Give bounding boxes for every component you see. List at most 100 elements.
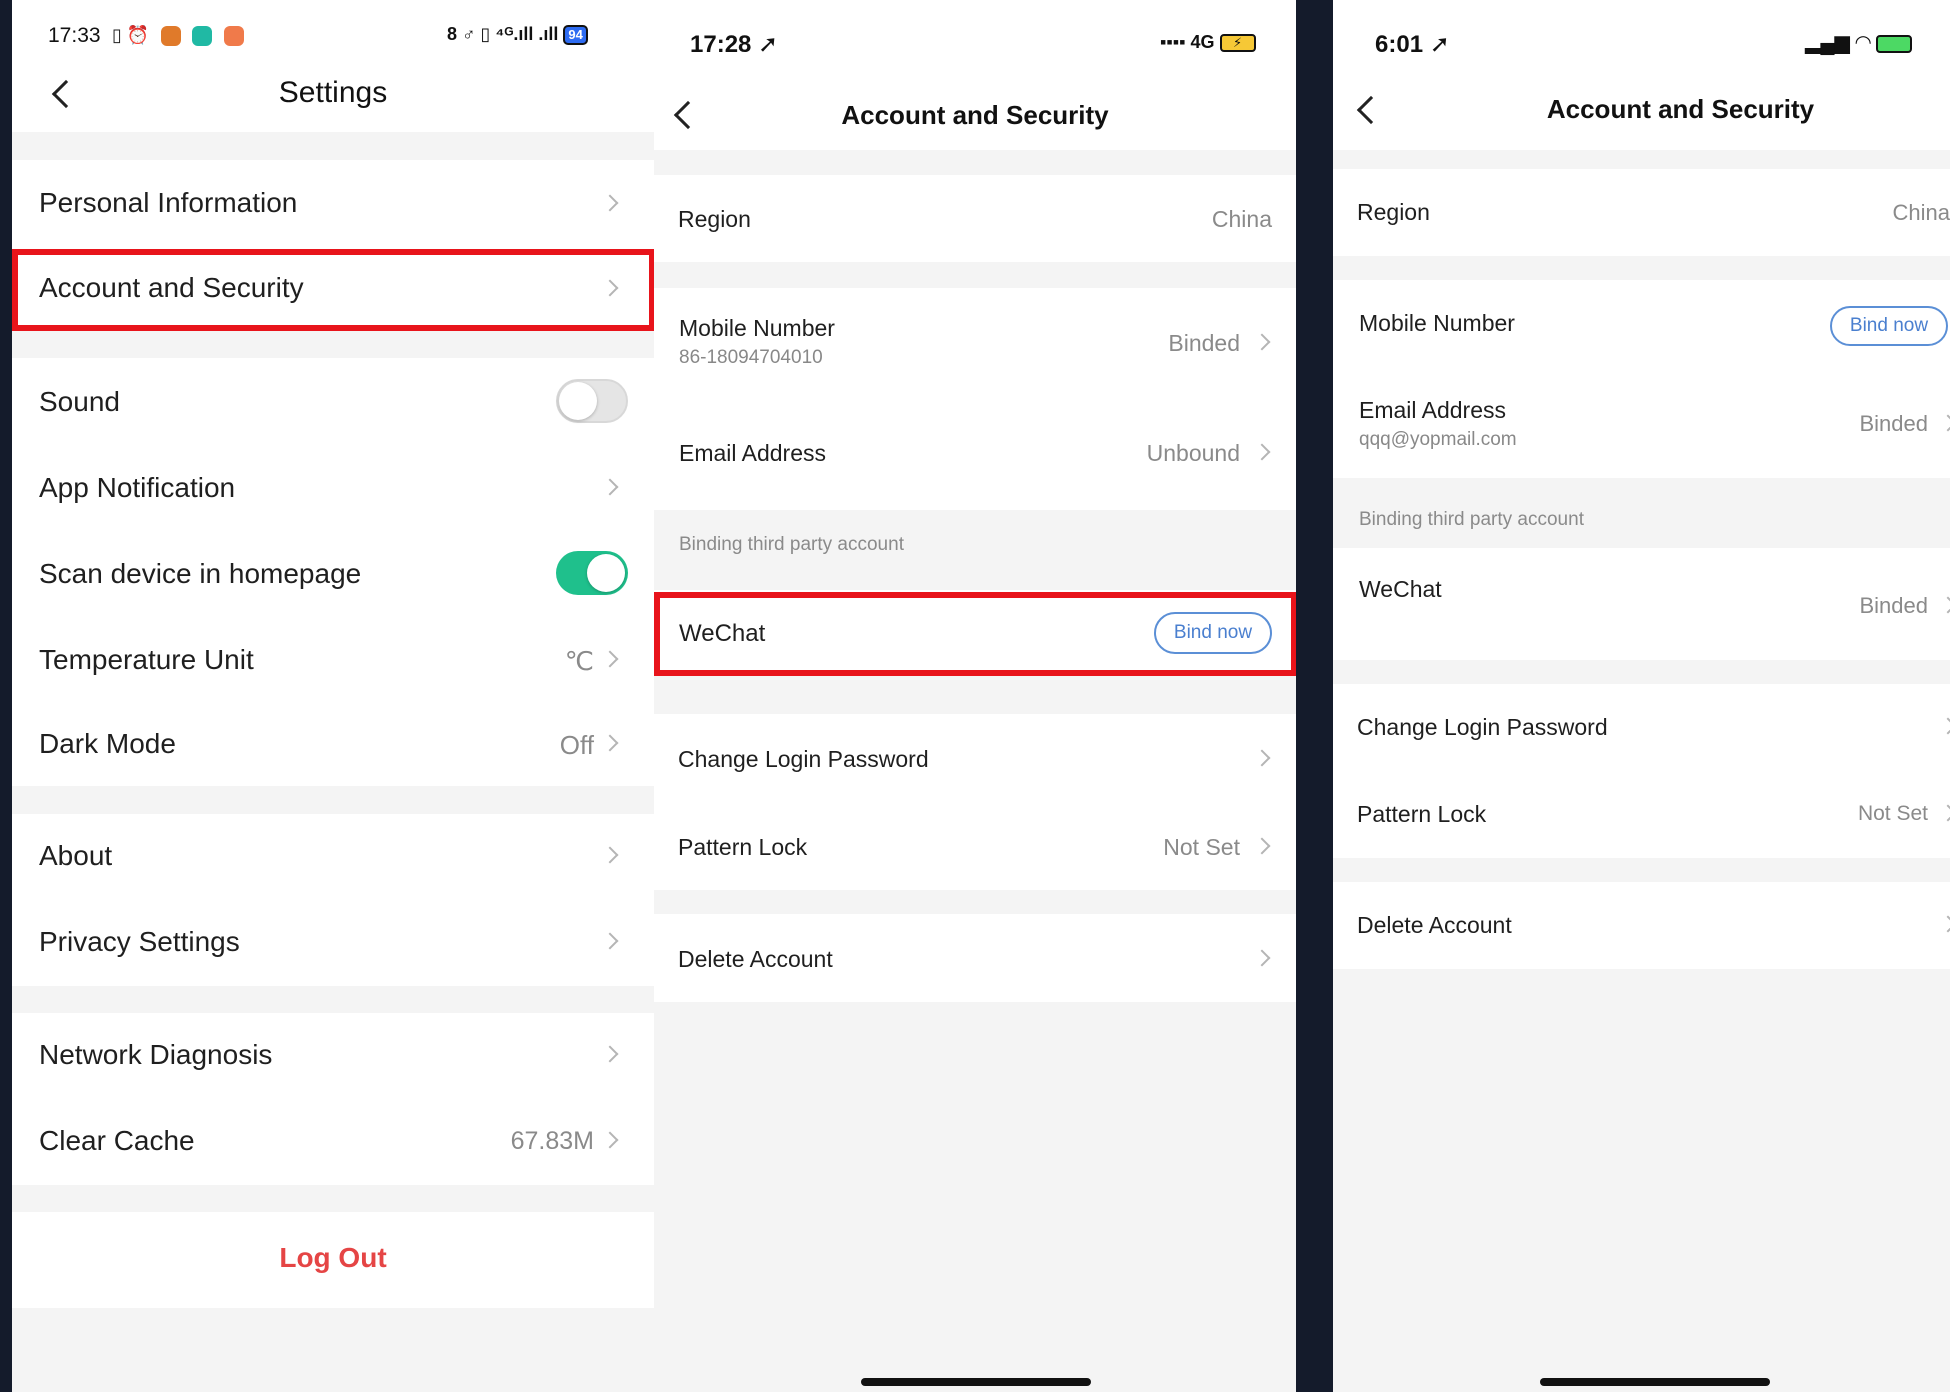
chevron-right-icon (601, 194, 619, 212)
row-value: China (1892, 200, 1950, 225)
chevron-right-icon (601, 734, 619, 752)
logout-group: Log Out (12, 1212, 654, 1308)
row-about[interactable]: About (12, 814, 654, 900)
row-label: Email Address (679, 440, 827, 466)
page-title: Account and Security (841, 100, 1109, 130)
signal-icon: ▪▪▪▪ (1160, 32, 1186, 52)
row-mobile-number[interactable]: Mobile Number 86-18094704010 Binded (654, 288, 1296, 398)
row-label: Scan device in homepage (39, 558, 362, 589)
row-value: Binded (1859, 411, 1928, 436)
row-label: Clear Cache (39, 1125, 195, 1156)
row-dark-mode[interactable]: Dark Mode Off (12, 702, 654, 786)
battery-charging-icon: ⚡ (1219, 34, 1256, 53)
row-network-diagnosis[interactable]: Network Diagnosis (12, 1013, 654, 1099)
row-change-password[interactable]: Change Login Password (654, 714, 1296, 802)
row-label: Privacy Settings (39, 926, 240, 957)
row-label: Delete Account (1357, 912, 1512, 938)
signal-icon: ▂▄▆ (1805, 32, 1850, 54)
chevron-right-icon (1939, 717, 1950, 735)
row-label: App Notification (39, 472, 236, 503)
row-pattern-lock[interactable]: Pattern Lock Not Set (654, 802, 1296, 890)
chevron-right-icon (1939, 804, 1950, 822)
sound-toggle[interactable] (556, 379, 628, 423)
home-indicator[interactable] (1540, 1378, 1770, 1386)
status-signal-icons: 8 ♂ ▯ ⁴ᴳ.ıll .ıll 94 (447, 24, 588, 46)
chevron-right-icon (601, 1045, 619, 1063)
section-header: Binding third party account (679, 534, 904, 555)
row-value: ℃ (564, 646, 594, 676)
row-label: Mobile Number (679, 315, 835, 341)
row-label: Email Address (1359, 397, 1507, 423)
row-label: Temperature Unit (39, 644, 254, 675)
row-clear-cache[interactable]: Clear Cache 67.83M (12, 1099, 654, 1185)
row-label: Pattern Lock (678, 834, 808, 860)
row-delete-account[interactable]: Delete Account (654, 914, 1296, 1002)
delete-group: Delete Account (1333, 882, 1950, 969)
contact-group: Mobile Number Bind now Email Address qqq… (1333, 280, 1950, 478)
status-bar: 17:28 ➚ ▪▪▪▪ 4G ⚡ (654, 0, 1296, 70)
row-label: Mobile Number (1359, 310, 1515, 336)
row-label: Change Login Password (678, 746, 929, 772)
row-region: Region China (654, 175, 1296, 262)
settings-group-preferences: Sound App Notification Scan device in ho… (12, 358, 654, 786)
battery-charging-icon (1876, 34, 1913, 53)
row-value: 67.83M (510, 1127, 594, 1155)
row-change-password[interactable]: Change Login Password (1333, 684, 1950, 771)
scan-device-toggle[interactable] (556, 551, 628, 595)
chevron-right-icon (1253, 749, 1271, 767)
battery-icon: 94 (563, 25, 588, 46)
row-label: WeChat (1359, 576, 1442, 602)
row-label: Region (678, 206, 751, 232)
row-privacy-settings[interactable]: Privacy Settings (12, 900, 654, 986)
status-bar: 6:01 ➚ ▂▄▆ ◠ (1333, 0, 1950, 70)
row-email-address[interactable]: Email Address qqq@yopmail.com Binded (1333, 368, 1950, 478)
account-security-screen-unbound: 17:28 ➚ ▪▪▪▪ 4G ⚡ Account and Security R… (654, 0, 1296, 1392)
row-region: Region China (1333, 169, 1950, 256)
third-party-group: WeChat Binded (1333, 548, 1950, 660)
chevron-right-icon (601, 650, 619, 668)
status-time: 6:01 ➚ (1375, 31, 1450, 58)
row-value: Binded (1168, 330, 1240, 356)
settings-group-diagnostics: Network Diagnosis Clear Cache 67.83M (12, 1013, 654, 1185)
region-group: Region China (1333, 169, 1950, 256)
chevron-right-icon (601, 846, 619, 864)
row-label: Personal Information (39, 187, 298, 218)
home-indicator[interactable] (861, 1378, 1091, 1386)
chevron-right-icon (1253, 949, 1271, 967)
row-label: Change Login Password (1357, 714, 1608, 740)
wifi-icon: ◠ (1855, 32, 1871, 54)
row-value: Binded (1859, 593, 1928, 618)
chevron-right-icon (601, 1131, 619, 1149)
bind-now-button[interactable]: Bind now (1830, 306, 1948, 346)
chevron-right-icon (1253, 333, 1271, 351)
security-group: Change Login Password Pattern Lock Not S… (1333, 684, 1950, 858)
row-pattern-lock[interactable]: Pattern Lock Not Set (1333, 771, 1950, 858)
nav-bar: Account and Security (1333, 70, 1950, 150)
row-value: Unbound (1146, 440, 1240, 466)
row-value: Not Set (1163, 834, 1240, 860)
row-label: Network Diagnosis (39, 1039, 273, 1070)
row-personal-information[interactable]: Personal Information (12, 160, 654, 245)
nav-bar: Account and Security (654, 70, 1296, 150)
logout-button[interactable]: Log Out (12, 1242, 654, 1274)
row-app-notification[interactable]: App Notification (12, 444, 654, 530)
settings-screen: 17:33 ▯ ⏰ 8 ♂ ▯ ⁴ᴳ.ıll .ıll 94 Settings … (12, 0, 654, 1392)
row-label: About (39, 840, 113, 871)
row-delete-account[interactable]: Delete Account (1333, 882, 1950, 969)
account-security-screen-bound: 6:01 ➚ ▂▄▆ ◠ Account and Security Region… (1333, 0, 1950, 1392)
row-label: Pattern Lock (1357, 801, 1487, 827)
row-email-address[interactable]: Email Address Unbound (654, 398, 1296, 510)
page-title: Settings (278, 76, 388, 109)
row-label: Sound (39, 386, 120, 417)
chevron-right-icon (1939, 915, 1950, 933)
toggle-knob (587, 554, 625, 592)
delete-group: Delete Account (654, 914, 1296, 1002)
row-label: Dark Mode (39, 728, 176, 759)
status-signal-icons: ▪▪▪▪ 4G ⚡ (1160, 32, 1256, 53)
highlight-box (12, 249, 654, 331)
row-wechat[interactable]: WeChat Binded (1333, 548, 1950, 660)
row-mobile-number[interactable]: Mobile Number Bind now (1333, 280, 1950, 368)
page-title: Account and Security (1546, 94, 1815, 124)
row-temperature-unit[interactable]: Temperature Unit ℃ (12, 616, 654, 702)
chevron-right-icon (601, 478, 619, 496)
